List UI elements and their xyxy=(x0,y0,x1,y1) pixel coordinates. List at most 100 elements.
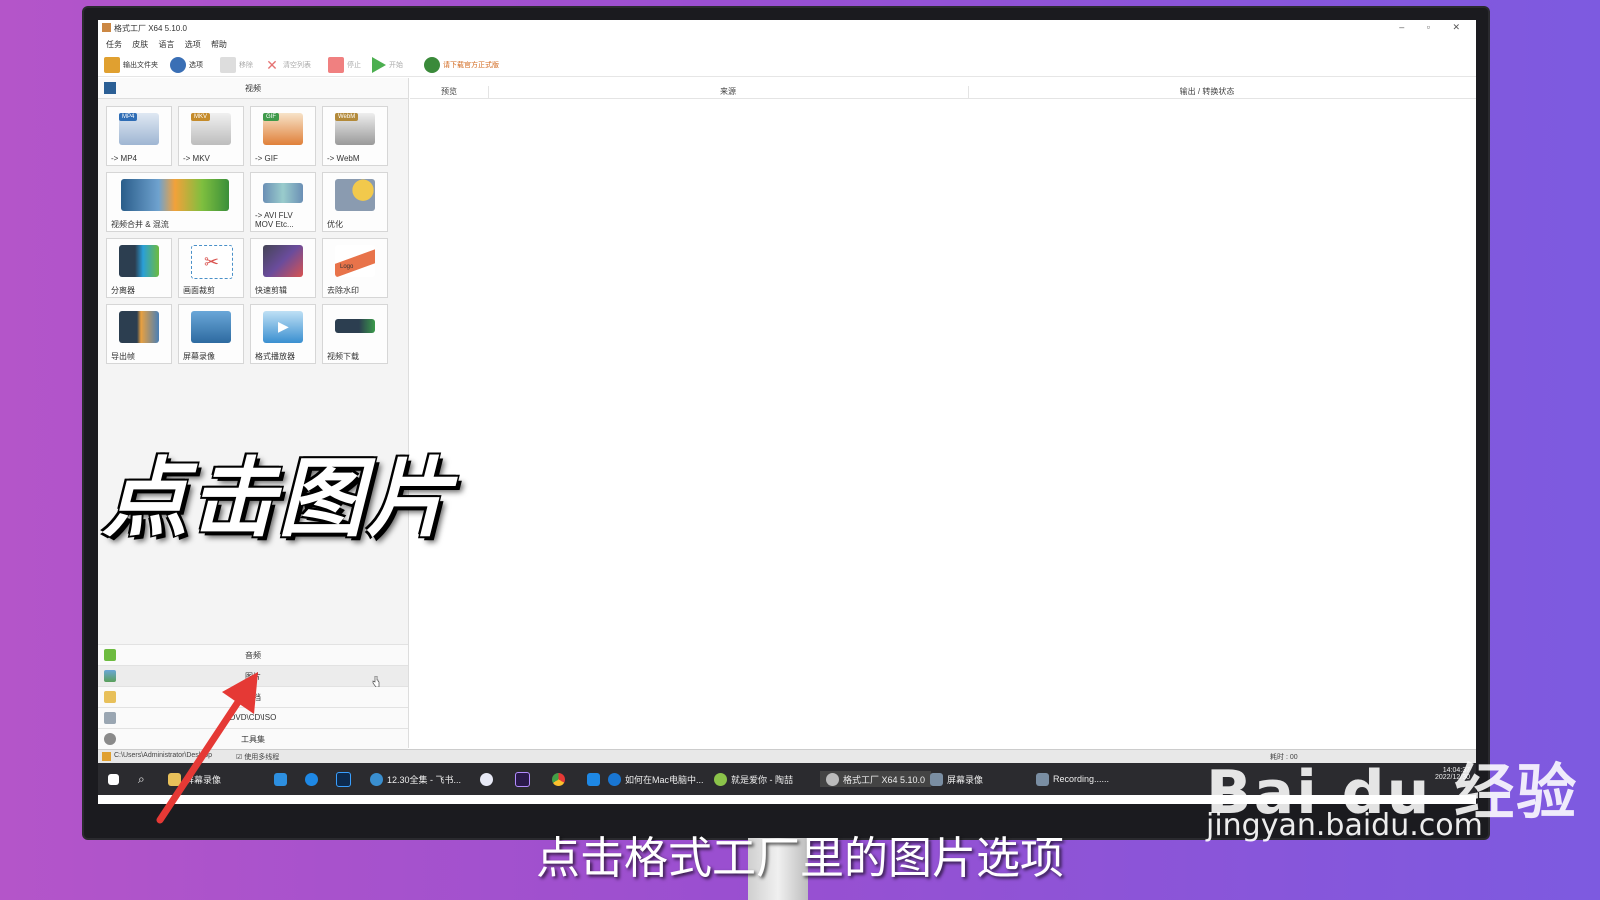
browser-icon xyxy=(370,772,383,786)
tile-label: -> MKV xyxy=(183,154,210,163)
task-list-pane: 预览 来源 输出 / 转换状态 xyxy=(410,78,1476,748)
minimize-button[interactable]: – xyxy=(1399,22,1414,32)
stop-button[interactable]: 停止 xyxy=(328,56,361,74)
tile-export-frames[interactable]: 导出帧 xyxy=(106,304,172,364)
splitter-icon xyxy=(119,245,159,277)
taskbar-label: 屏幕录像 xyxy=(947,774,984,785)
taskbar-item-recording[interactable]: Recording...... xyxy=(1036,771,1109,787)
column-output-status[interactable]: 输出 / 转换状态 xyxy=(968,86,1446,98)
column-source[interactable]: 来源 xyxy=(488,86,969,98)
mkv-badge: MKV xyxy=(191,113,211,121)
tile-label: 格式播放器 xyxy=(255,352,295,361)
tile-crop[interactable]: ✂ 画面裁剪 xyxy=(178,238,244,298)
tile-to-gif[interactable]: GIF -> GIF xyxy=(250,106,316,166)
player-icon: ▶ xyxy=(263,311,303,343)
mp4-badge: MP4 xyxy=(119,113,138,121)
premiere-icon xyxy=(515,771,530,787)
menu-language[interactable]: 语言 xyxy=(158,39,174,50)
tile-label: 视频下载 xyxy=(327,352,359,361)
stop-label: 停止 xyxy=(347,62,361,69)
options-label: 选项 xyxy=(189,62,203,69)
taskbar-item-screen-record[interactable]: 屏幕录像 xyxy=(930,771,983,787)
toolbar: 输出文件夹 选项 移除 ✕ 清空列表 停止 开始 请下载官方正式版 xyxy=(98,54,1476,77)
output-folder-button[interactable]: 输出文件夹 xyxy=(104,56,158,74)
tile-splitter[interactable]: 分离器 xyxy=(106,238,172,298)
remove-button[interactable]: 移除 xyxy=(220,56,253,74)
webm-badge: WebM xyxy=(335,113,359,121)
tile-format-player[interactable]: ▶ 格式播放器 xyxy=(250,304,316,364)
output-folder-label: 输出文件夹 xyxy=(123,62,158,69)
app-icon xyxy=(305,772,318,786)
app-icon xyxy=(102,23,111,32)
window-title: 格式工厂 X64 5.10.0 xyxy=(114,24,187,33)
column-preview[interactable]: 预览 xyxy=(410,86,489,98)
tile-video-download[interactable]: 视频下载 xyxy=(322,304,388,364)
menu-options[interactable]: 选项 xyxy=(185,39,201,50)
window-controls[interactable]: – ▫ ✕ xyxy=(1399,22,1470,33)
stop-icon xyxy=(328,57,344,73)
tile-label: 屏幕录像 xyxy=(183,352,215,361)
taskbar-label: 格式工厂 X64 5.10.0 xyxy=(843,774,926,785)
close-button[interactable]: ✕ xyxy=(1452,22,1470,32)
start-button[interactable] xyxy=(108,771,119,787)
tile-video-merge-mux[interactable]: 视频合并 & 混流 xyxy=(106,172,244,232)
tile-remove-watermark[interactable]: Logo 去除水印 xyxy=(322,238,388,298)
red-arrow-icon xyxy=(156,672,258,824)
tile-label: 分离器 xyxy=(111,286,135,295)
taskbar-label: 如何在Mac电脑中... xyxy=(625,774,704,785)
tile-to-mkv[interactable]: MKV -> MKV xyxy=(178,106,244,166)
clear-list-button[interactable]: ✕ 清空列表 xyxy=(264,56,311,74)
start-button[interactable]: 开始 xyxy=(372,56,403,74)
clip-icon xyxy=(263,245,303,277)
tutorial-caption: 点击图片 xyxy=(102,449,454,549)
scissors-icon: ✂ xyxy=(191,245,233,279)
task-list-header: 预览 来源 输出 / 转换状态 xyxy=(410,84,1476,99)
tile-screen-record[interactable]: 屏幕录像 xyxy=(178,304,244,364)
taskbar-label: 12.30全集 - 飞书... xyxy=(387,774,462,785)
tile-label: 画面裁剪 xyxy=(183,286,215,295)
menu-help[interactable]: 帮助 xyxy=(211,39,227,50)
gif-icon: GIF xyxy=(263,113,303,145)
menu-task[interactable]: 任务 xyxy=(106,39,122,50)
options-icon xyxy=(170,57,186,73)
tile-quick-clip[interactable]: 快速剪辑 xyxy=(250,238,316,298)
remove-icon xyxy=(220,57,236,73)
taskbar-label: 就是爱你 - 陶喆 xyxy=(731,774,793,785)
chrome-icon xyxy=(552,772,565,786)
clear-icon: ✕ xyxy=(266,57,278,73)
taskbar-pinned-apps[interactable] xyxy=(274,771,351,787)
tile-label: 导出帧 xyxy=(111,352,135,361)
music-icon xyxy=(714,772,727,786)
merge-icon xyxy=(121,179,229,211)
options-button[interactable]: 选项 xyxy=(170,56,203,74)
taskbar-item-format-factory[interactable]: 格式工厂 X64 5.10.0 xyxy=(820,771,932,787)
windows-icon xyxy=(108,773,119,785)
menu-bar: 任务 皮肤 语言 选项 帮助 xyxy=(98,36,1476,52)
taskbar-item-feishu[interactable]: 12.30全集 - 飞书... xyxy=(370,771,461,787)
tile-to-avi-flv-mov[interactable]: -> AVI FLV MOV Etc... xyxy=(250,172,316,232)
category-audio[interactable]: 音频 xyxy=(98,644,408,665)
category-label: 音频 xyxy=(245,651,261,660)
tile-to-webm[interactable]: WebM -> WebM xyxy=(322,106,388,166)
download-official-link[interactable]: 请下载官方正式版 xyxy=(424,56,499,74)
tile-to-mp4[interactable]: MP4 -> MP4 xyxy=(106,106,172,166)
tile-label: -> WebM xyxy=(327,154,360,163)
tile-optimize[interactable]: 优化 xyxy=(322,172,388,232)
multi-format-icon xyxy=(263,183,303,203)
taskbar-pinned-apps-2[interactable] xyxy=(480,771,600,787)
browser-icon xyxy=(608,772,621,786)
taskbar-item-music[interactable]: 就是爱你 - 陶喆 xyxy=(714,771,793,787)
app-icon xyxy=(274,772,287,786)
menu-skin[interactable]: 皮肤 xyxy=(132,39,148,50)
download-icon xyxy=(335,319,375,333)
taskbar-label: Recording...... xyxy=(1053,774,1110,784)
format-factory-icon xyxy=(826,772,839,786)
logo-badge: Logo xyxy=(340,264,354,270)
search-button[interactable]: ⌕ xyxy=(138,771,145,787)
recorder-icon xyxy=(930,772,943,786)
photoshop-icon xyxy=(336,771,351,787)
video-category-header[interactable]: 视频 xyxy=(98,78,408,99)
eraser-icon: Logo xyxy=(335,245,375,277)
maximize-button[interactable]: ▫ xyxy=(1427,22,1440,32)
taskbar-item-mac-howto[interactable]: 如何在Mac电脑中... xyxy=(608,771,704,787)
